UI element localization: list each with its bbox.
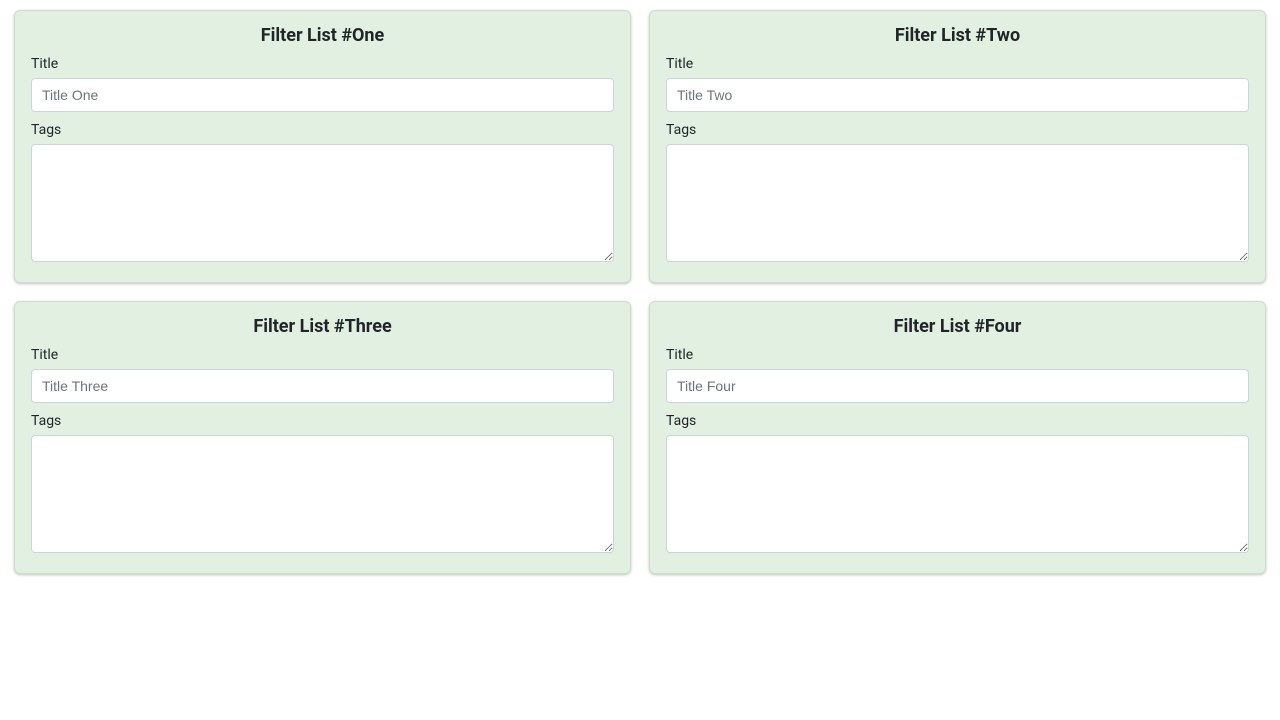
card-heading: Filter List #One <box>31 25 614 46</box>
card-heading: Filter List #Three <box>31 316 614 337</box>
tags-label: Tags <box>31 122 614 138</box>
tags-textarea[interactable] <box>666 144 1249 262</box>
tags-textarea[interactable] <box>31 435 614 553</box>
card-heading: Filter List #Four <box>666 316 1249 337</box>
title-input[interactable] <box>31 78 614 112</box>
filter-card-three: Filter List #Three Title Tags <box>14 301 631 574</box>
filter-card-two: Filter List #Two Title Tags <box>649 10 1266 283</box>
filter-card-four: Filter List #Four Title Tags <box>649 301 1266 574</box>
tags-label: Tags <box>666 122 1249 138</box>
filter-cards-grid: Filter List #One Title Tags Filter List … <box>14 10 1266 574</box>
tags-label: Tags <box>666 413 1249 429</box>
title-label: Title <box>666 56 1249 72</box>
card-heading: Filter List #Two <box>666 25 1249 46</box>
title-label: Title <box>31 347 614 363</box>
tags-textarea[interactable] <box>666 435 1249 553</box>
tags-textarea[interactable] <box>31 144 614 262</box>
title-label: Title <box>666 347 1249 363</box>
tags-label: Tags <box>31 413 614 429</box>
title-input[interactable] <box>666 369 1249 403</box>
title-input[interactable] <box>666 78 1249 112</box>
title-input[interactable] <box>31 369 614 403</box>
title-label: Title <box>31 56 614 72</box>
filter-card-one: Filter List #One Title Tags <box>14 10 631 283</box>
